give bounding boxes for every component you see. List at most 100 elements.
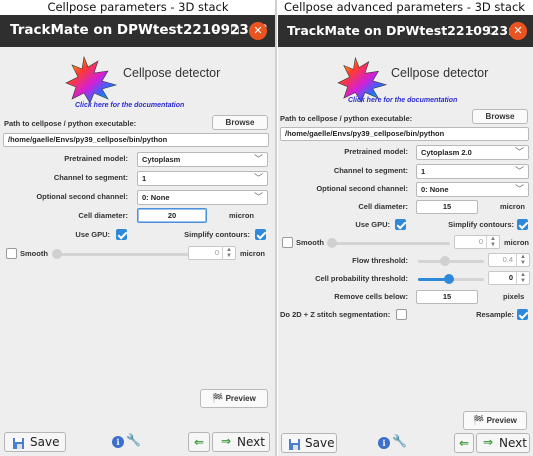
spinner-arrows-icon[interactable]: ▲ ▼	[516, 254, 529, 266]
pretrained-model-select[interactable]: Cytoplasm ﹀	[137, 152, 268, 167]
spinner-arrows-icon[interactable]: ▲ ▼	[222, 247, 235, 259]
previous-button[interactable]: ⇐	[454, 433, 474, 453]
panel-divider	[275, 0, 277, 456]
preview-button[interactable]: 🏁 Preview	[463, 411, 527, 430]
cell-diameter-unit: micron	[500, 202, 526, 211]
smooth-label: Smooth	[296, 238, 324, 247]
channel-label: Channel to segment:	[53, 173, 128, 182]
smooth-spinner[interactable]: 0 ▲ ▼	[454, 235, 500, 249]
cell-probability-label: Cell probability threshold:	[315, 274, 408, 283]
browse-button[interactable]: Browse	[212, 115, 268, 130]
titlebar[interactable]: TrackMate on DPWtest2210923n3 – □ ✕	[0, 15, 275, 47]
channel-label: Channel to segment:	[333, 166, 408, 175]
browse-button[interactable]: Browse	[472, 109, 528, 124]
resample-label: Resample:	[476, 310, 514, 319]
cell-diameter-unit: micron	[229, 211, 255, 220]
path-field[interactable]: /home/gaelle/Envs/py39_cellpose/bin/pyth…	[3, 133, 269, 147]
use-gpu-checkbox[interactable]	[395, 219, 406, 230]
second-channel-value: 0: None	[142, 193, 170, 202]
smooth-unit: micron	[240, 249, 266, 258]
preview-icon: 🏁	[212, 393, 224, 403]
preview-button[interactable]: 🏁 Preview	[200, 389, 268, 408]
cell-diameter-field[interactable]: 15	[416, 200, 478, 214]
spinner-arrows-icon[interactable]: ▲ ▼	[516, 272, 529, 284]
stitch-label: Do 2D + Z stitch segmentation:	[280, 310, 391, 319]
maximize-icon[interactable]: □	[484, 22, 502, 40]
pretrained-model-label: Pretrained model:	[344, 147, 408, 156]
simplify-contours-checkbox[interactable]	[517, 219, 528, 230]
resample-checkbox[interactable]	[517, 309, 528, 320]
smooth-spinner[interactable]: 0 ▲ ▼	[188, 246, 236, 260]
flow-threshold-handle[interactable]	[440, 256, 450, 266]
smooth-slider-handle[interactable]	[327, 238, 337, 248]
channel-value: 1	[421, 167, 426, 176]
stitch-checkbox[interactable]	[396, 309, 407, 320]
arrow-right-icon: ⇒	[221, 434, 232, 448]
wrench-icon[interactable]: 🔧	[126, 433, 141, 447]
close-icon[interactable]: ✕	[509, 22, 527, 40]
save-icon	[289, 439, 300, 450]
minimize-icon[interactable]: –	[462, 22, 480, 40]
simplify-contours-label: Simplify contours:	[448, 220, 514, 229]
left-window: TrackMate on DPWtest2210923n3 – □ ✕ Cell…	[0, 15, 275, 456]
next-label: Next	[237, 435, 265, 449]
path-field[interactable]: /home/gaelle/Envs/py39_cellpose/bin/pyth…	[280, 127, 529, 141]
arrow-left-icon: ⇐	[458, 436, 470, 450]
chevron-down-icon: ﹀	[253, 173, 263, 183]
next-button[interactable]: ⇒ Next	[476, 433, 530, 453]
detector-title: Cellpose detector	[123, 66, 221, 80]
save-label: Save	[30, 435, 60, 449]
save-button[interactable]: Save	[281, 433, 337, 453]
spinner-arrows-icon[interactable]: ▲ ▼	[486, 236, 499, 248]
smooth-slider[interactable]	[55, 253, 190, 256]
titlebar[interactable]: TrackMate on DPWtest2210923n3 – □ ✕	[278, 15, 533, 47]
second-channel-label: Optional second channel:	[316, 184, 408, 193]
info-icon[interactable]: i	[378, 437, 390, 449]
smooth-slider[interactable]	[330, 242, 450, 245]
documentation-link[interactable]: Click here for the documentation	[348, 97, 457, 104]
smooth-checkbox[interactable]	[282, 237, 293, 248]
chevron-down-icon: ﹀	[514, 147, 524, 157]
cellpose-logo-icon	[65, 55, 118, 104]
flow-threshold-spinner[interactable]: 0.4 ▲ ▼	[488, 253, 530, 267]
chevron-down-icon: ﹀	[253, 192, 263, 202]
flow-threshold-slider[interactable]	[418, 260, 484, 263]
remove-cells-unit: pixels	[503, 292, 525, 301]
pretrained-model-select[interactable]: Cytoplasm 2.0 ﹀	[416, 145, 529, 160]
cell-probability-handle[interactable]	[444, 274, 454, 284]
preview-label: Preview	[225, 394, 256, 403]
cell-probability-spinner[interactable]: 0 ▲ ▼	[488, 271, 530, 285]
second-channel-select[interactable]: 0: None ﹀	[137, 190, 268, 205]
cell-diameter-field[interactable]: 20	[137, 208, 207, 223]
smooth-slider-handle[interactable]	[52, 249, 62, 259]
channel-select[interactable]: 1 ﹀	[416, 164, 529, 179]
flow-threshold-value: 0.4	[502, 255, 513, 264]
second-channel-select[interactable]: 0: None ﹀	[416, 182, 529, 197]
pretrained-model-value: Cytoplasm 2.0	[421, 148, 472, 157]
wrench-icon[interactable]: 🔧	[392, 434, 407, 448]
close-icon[interactable]: ✕	[249, 22, 267, 40]
detector-title: Cellpose detector	[391, 66, 489, 80]
maximize-icon[interactable]: □	[226, 22, 244, 40]
save-label: Save	[305, 436, 335, 450]
previous-button[interactable]: ⇐	[188, 432, 210, 452]
minimize-icon[interactable]: –	[206, 22, 224, 40]
next-label: Next	[499, 436, 527, 450]
simplify-contours-checkbox[interactable]	[255, 229, 266, 240]
pretrained-model-label: Pretrained model:	[64, 154, 128, 163]
remove-cells-label: Remove cells below:	[334, 292, 408, 301]
next-button[interactable]: ⇒ Next	[212, 432, 270, 452]
use-gpu-checkbox[interactable]	[116, 229, 127, 240]
simplify-contours-label: Simplify contours:	[184, 230, 250, 239]
channel-select[interactable]: 1 ﹀	[137, 171, 268, 186]
save-button[interactable]: Save	[4, 432, 66, 452]
smooth-checkbox[interactable]	[6, 248, 17, 259]
right-window: TrackMate on DPWtest2210923n3 – □ ✕ Cell…	[278, 15, 533, 456]
info-icon[interactable]: i	[112, 436, 124, 448]
preview-label: Preview	[486, 416, 517, 425]
documentation-link[interactable]: Click here for the documentation	[75, 102, 184, 109]
remove-cells-field[interactable]: 15	[416, 290, 478, 304]
cell-diameter-label: Cell diameter:	[78, 211, 128, 220]
path-label: Path to cellpose / python executable:	[280, 114, 413, 123]
caption-left: Cellpose parameters - 3D stack	[47, 0, 229, 14]
